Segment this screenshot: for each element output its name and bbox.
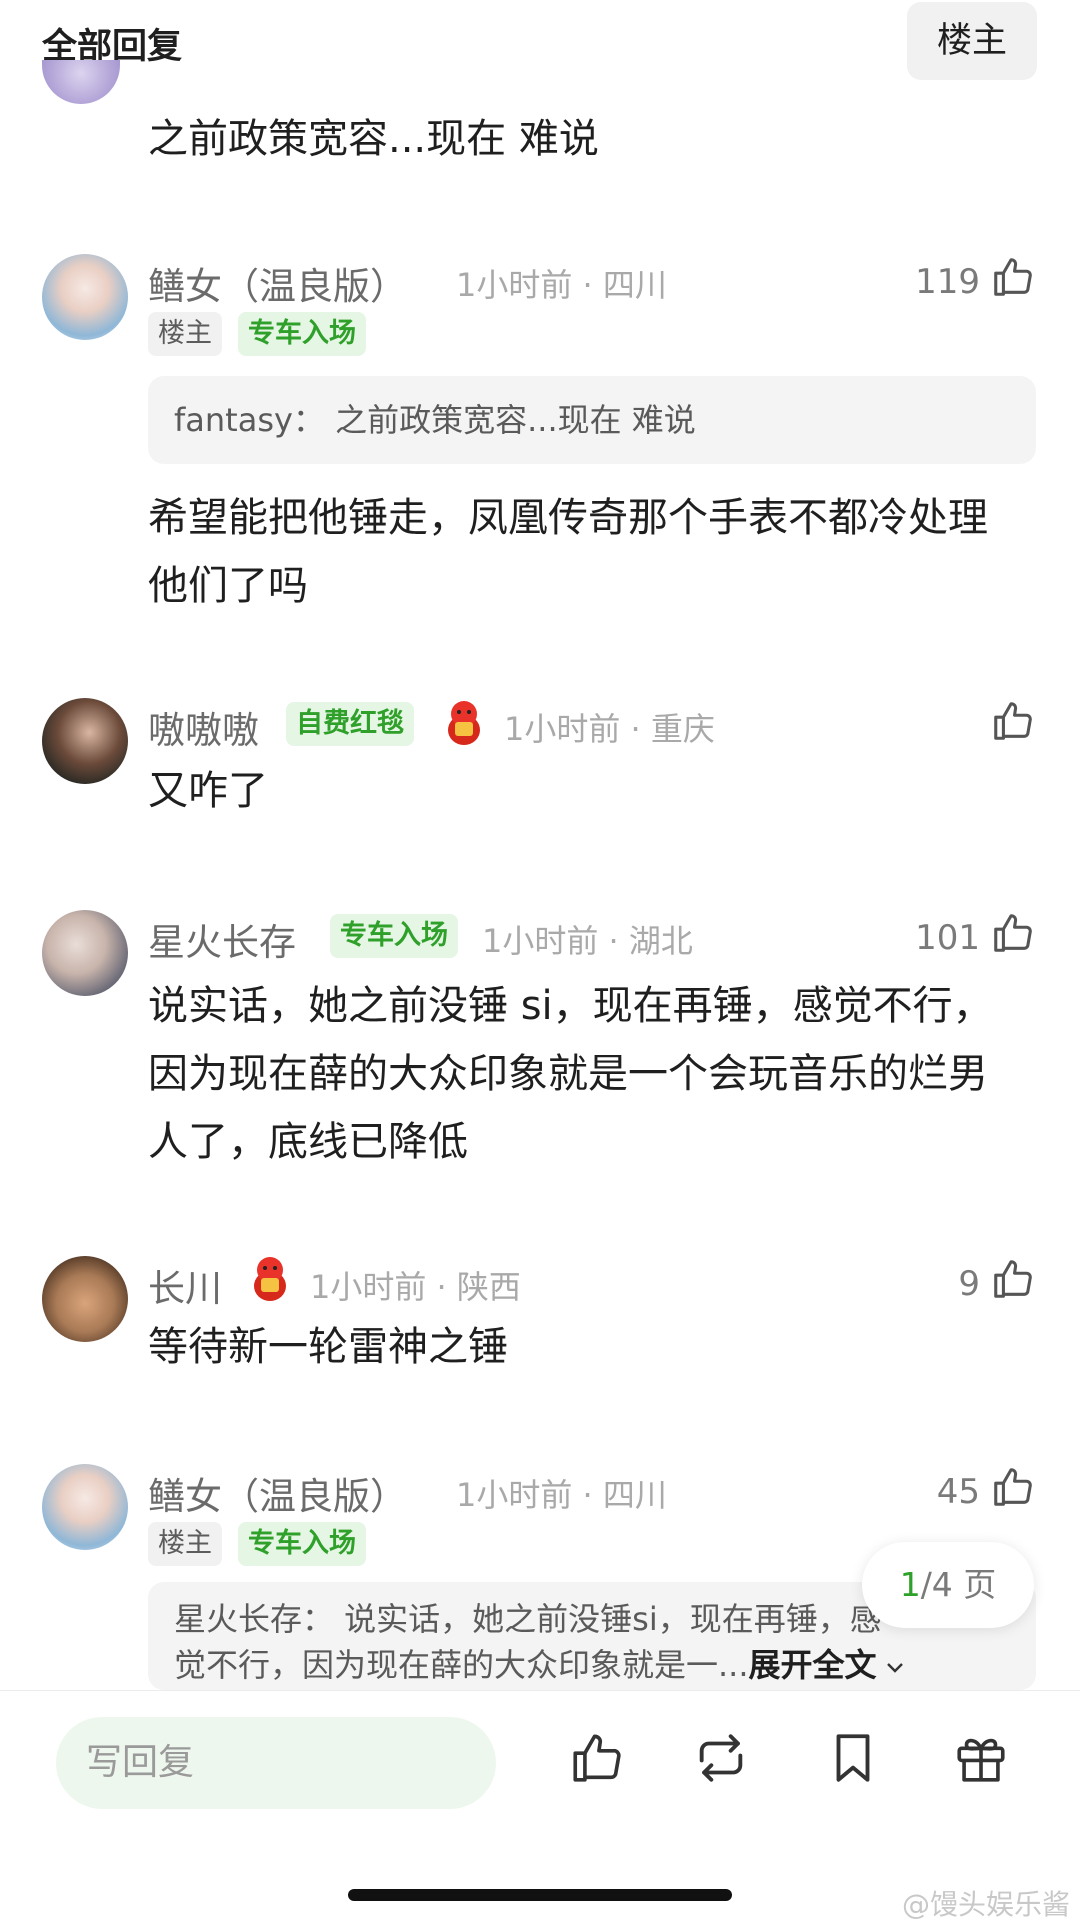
comment-text: 希望能把他锤走，凤凰传奇那个手表不都冷处理他们了吗 <box>148 495 988 609</box>
status-badge: 专车入场 <box>238 1522 366 1566</box>
quote-text: fantasy： 之前政策宽容...现在 难说 <box>174 401 696 439</box>
avatar[interactable] <box>42 60 120 104</box>
status-badge: 专车入场 <box>238 312 366 356</box>
thumbs-up-icon[interactable] <box>990 1464 1036 1510</box>
repost-icon[interactable] <box>692 1729 750 1787</box>
bottom-action-bar: 写回复 @馒头娱乐酱 <box>0 1690 1080 1925</box>
comment-text: 等待新一轮雷神之锤 <box>148 1324 508 1370</box>
page-indicator[interactable]: 1/4 页 <box>862 1542 1034 1628</box>
like-count: 119 <box>915 262 980 302</box>
lucky-cat-badge-icon <box>448 701 480 745</box>
thumbs-up-icon[interactable] <box>990 1256 1036 1302</box>
avatar[interactable] <box>42 254 128 340</box>
username[interactable]: 鳝女（温良版） <box>148 256 407 310</box>
avatar[interactable] <box>42 1256 128 1342</box>
username[interactable]: 长川 <box>148 1258 222 1312</box>
avatar[interactable] <box>42 910 128 996</box>
watermark: @馒头娱乐酱 <box>901 1888 1070 1921</box>
comment-meta: 1小时前 · 重庆 <box>504 710 715 748</box>
thumbs-up-icon[interactable] <box>990 910 1036 956</box>
page-total: /4 页 <box>920 1565 997 1604</box>
bookmark-icon[interactable] <box>824 1729 882 1787</box>
reply-input[interactable]: 写回复 <box>56 1717 496 1809</box>
username[interactable]: 鳝女（温良版） <box>148 1466 407 1520</box>
avatar[interactable] <box>42 698 128 784</box>
comment-meta: 1小时前 · 四川 <box>456 266 667 304</box>
thumbs-up-icon[interactable] <box>568 1729 626 1787</box>
status-badge: 自费红毯 <box>286 702 414 746</box>
thumbs-up-icon[interactable] <box>990 254 1036 300</box>
expand-full-text-link[interactable]: 展开全文 <box>749 1646 877 1684</box>
gift-icon[interactable] <box>952 1729 1010 1787</box>
status-badge: 专车入场 <box>330 914 458 958</box>
quoted-reply[interactable]: fantasy： 之前政策宽容...现在 难说 <box>148 376 1036 464</box>
op-only-button[interactable]: 楼主 <box>907 2 1037 80</box>
like-count: 9 <box>958 1264 980 1304</box>
comment-meta: 1小时前 · 湖北 <box>482 922 693 960</box>
comment-meta: 1小时前 · 四川 <box>456 1476 667 1514</box>
op-tag: 楼主 <box>148 1522 222 1566</box>
comment-text: 之前政策宽容...现在 难说 <box>148 116 599 162</box>
chevron-down-icon <box>886 1663 903 1673</box>
like-count: 45 <box>936 1472 980 1512</box>
top-bar: 全部回复 楼主 <box>0 0 1080 90</box>
username[interactable]: 星火长存 <box>148 912 296 966</box>
quote-text: 觉不行，因为现在薛的大众印象就是一...展开全文 <box>174 1642 1010 1688</box>
lucky-cat-badge-icon <box>254 1257 286 1301</box>
home-indicator[interactable] <box>348 1889 732 1901</box>
avatar[interactable] <box>42 1464 128 1550</box>
comment-text: 又咋了 <box>148 768 268 814</box>
thumbs-up-icon[interactable] <box>990 698 1036 744</box>
current-page: 1 <box>899 1565 921 1604</box>
comment-meta: 1小时前 · 陕西 <box>310 1268 521 1306</box>
comment-text: 说实话，她之前没锤 si，现在再锤，感觉不行，因为现在薛的大众印象就是一个会玩音… <box>148 983 993 1165</box>
like-count: 101 <box>915 918 980 958</box>
op-tag: 楼主 <box>148 312 222 356</box>
username[interactable]: 嗷嗷嗷 <box>148 700 259 754</box>
